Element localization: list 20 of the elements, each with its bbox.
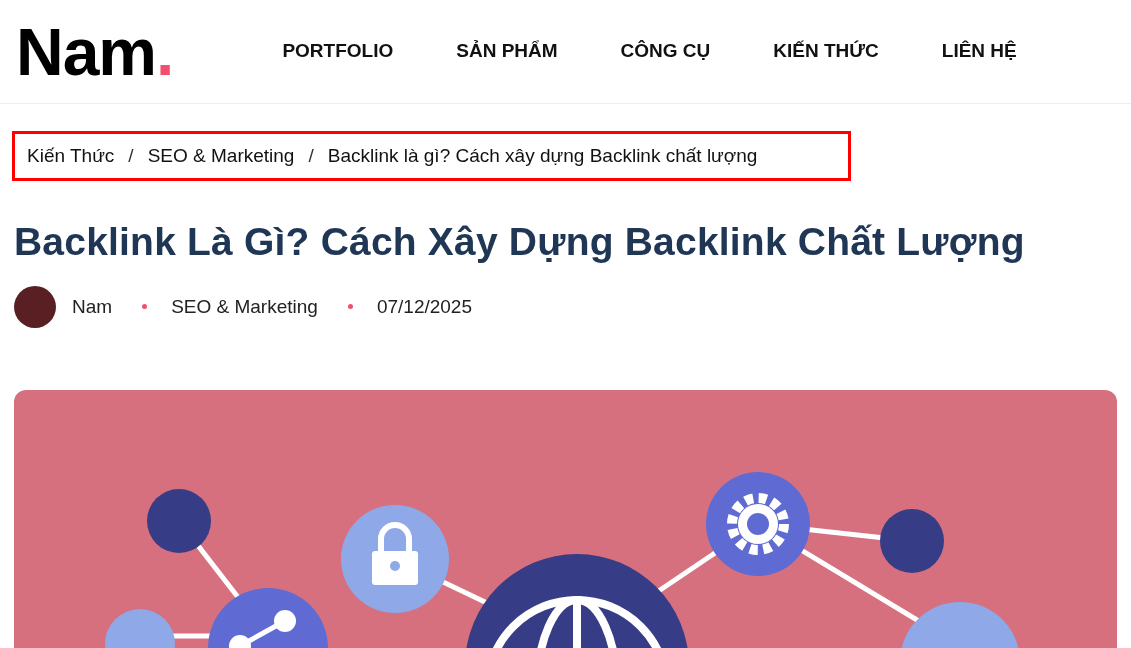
nav-link[interactable]: PORTFOLIO (282, 37, 394, 66)
category-label: SEO & Marketing (171, 294, 318, 319)
breadcrumb-current: Backlink là gì? Cách xây dựng Backlink chất lượng (327, 143, 758, 168)
site-logo[interactable]: Nam. (16, 18, 175, 85)
nav-link[interactable]: SẢN PHẨM (456, 37, 558, 66)
post-date: 07/12/2025 (376, 294, 472, 319)
article-title: Backlink Là Gì? Cách Xây Dựng Backlink Chất Lượng (14, 219, 1026, 265)
avatar-circle (14, 285, 56, 328)
breadcrumb-link[interactable]: Kiến Thức (27, 141, 115, 171)
separator-dot (347, 304, 353, 310)
breadcrumb-link[interactable]: SEO & Marketing (147, 141, 295, 171)
nav-link[interactable]: KIẾN THỨC (773, 37, 879, 66)
logo-dot: . (156, 18, 175, 85)
nav-link[interactable]: LIÊN HỆ (941, 37, 1017, 66)
logo-text: Nam (16, 18, 157, 85)
breadcrumb-separator: / (128, 143, 134, 168)
nav-link[interactable]: CÔNG CỤ (620, 37, 711, 66)
breadcrumb-separator: / (308, 143, 314, 168)
author-name: Nam (72, 294, 113, 319)
separator-dot (142, 304, 148, 310)
